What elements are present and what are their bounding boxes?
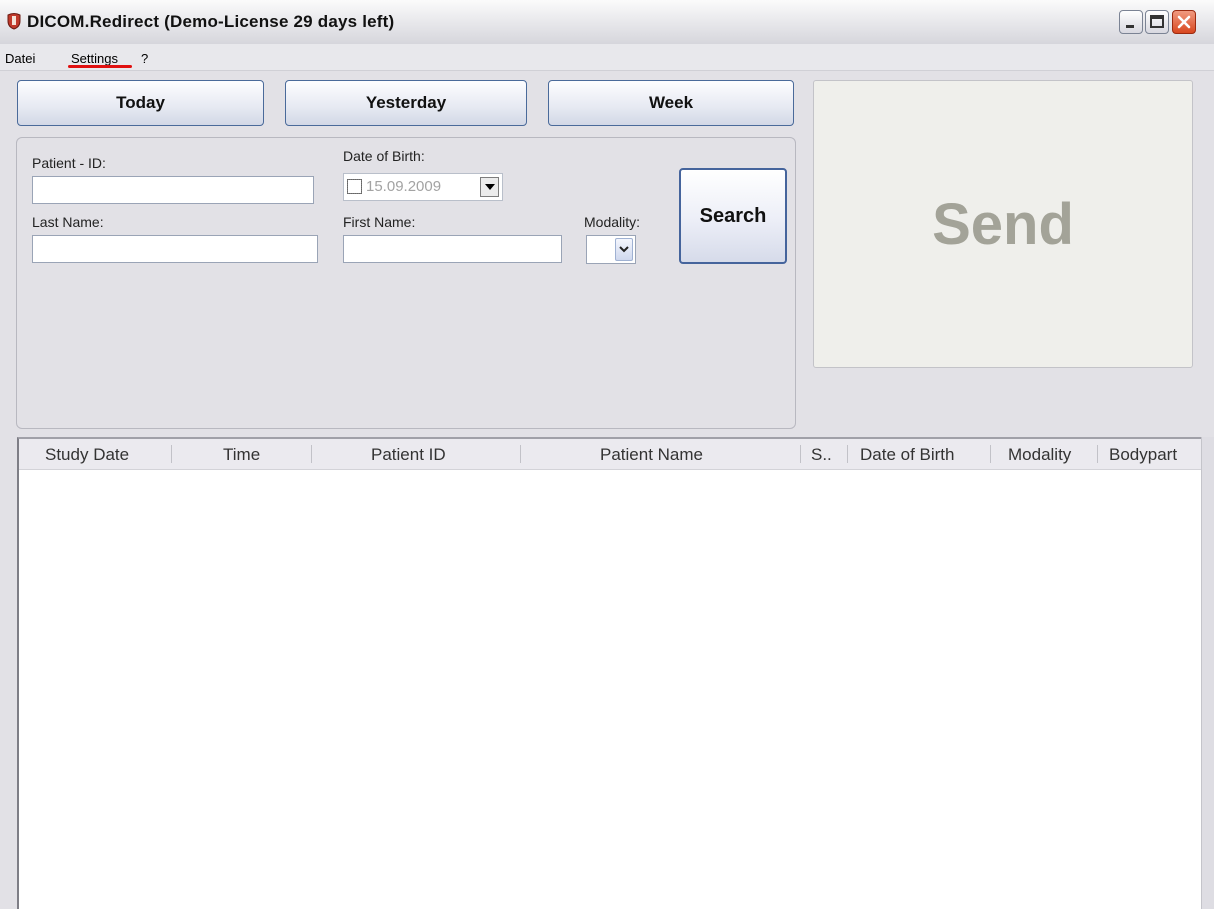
menu-help[interactable]: ?: [141, 51, 148, 66]
app-shield-icon: [7, 13, 21, 30]
last-name-field[interactable]: [32, 235, 318, 263]
send-button[interactable]: Send: [813, 80, 1193, 368]
menu-settings[interactable]: Settings: [71, 51, 118, 66]
modality-select[interactable]: [586, 235, 636, 264]
column-date-of-birth[interactable]: Date of Birth: [860, 445, 955, 465]
dob-date-picker[interactable]: 15.09.2009: [343, 173, 503, 201]
first-name-label: First Name:: [343, 214, 416, 230]
modality-dropdown-button[interactable]: [615, 238, 633, 261]
menu-bar: Datei Settings ?: [0, 44, 1214, 71]
column-modality[interactable]: Modality: [1008, 445, 1071, 465]
column-separator[interactable]: [520, 445, 521, 463]
last-name-label: Last Name:: [32, 214, 104, 230]
window-right-border: [1201, 437, 1214, 909]
minimize-button[interactable]: [1119, 10, 1143, 34]
close-icon: [1177, 15, 1191, 29]
column-patient-name[interactable]: Patient Name: [600, 445, 703, 465]
title-bar[interactable]: DICOM.Redirect (Demo-License 29 days lef…: [0, 0, 1214, 45]
column-separator[interactable]: [800, 445, 801, 463]
dob-label: Date of Birth:: [343, 148, 425, 164]
results-table[interactable]: Study Date Time Patient ID Patient Name …: [17, 437, 1201, 909]
dob-dropdown-button[interactable]: [480, 177, 499, 197]
column-s[interactable]: S..: [811, 445, 832, 465]
column-bodypart[interactable]: Bodypart: [1109, 445, 1177, 465]
column-separator[interactable]: [1097, 445, 1098, 463]
close-button[interactable]: [1172, 10, 1196, 34]
week-button[interactable]: Week: [548, 80, 794, 126]
column-separator[interactable]: [311, 445, 312, 463]
settings-highlight-underline: [68, 65, 132, 68]
column-time[interactable]: Time: [223, 445, 260, 465]
dob-enable-checkbox[interactable]: [347, 179, 362, 194]
maximize-button[interactable]: [1145, 10, 1169, 34]
column-separator[interactable]: [171, 445, 172, 463]
chevron-down-icon: [484, 184, 495, 190]
window-title: DICOM.Redirect (Demo-License 29 days lef…: [27, 12, 395, 31]
modality-label: Modality:: [584, 214, 641, 230]
first-name-field[interactable]: [343, 235, 562, 263]
today-button[interactable]: Today: [17, 80, 264, 126]
main-window: DICOM.Redirect (Demo-License 29 days lef…: [0, 0, 1214, 909]
patient-id-field[interactable]: [32, 176, 314, 204]
maximize-icon: [1150, 15, 1164, 28]
minimize-icon: [1126, 25, 1134, 28]
column-study-date[interactable]: Study Date: [45, 445, 129, 465]
column-patient-id[interactable]: Patient ID: [371, 445, 446, 465]
column-separator[interactable]: [847, 445, 848, 463]
menu-datei[interactable]: Datei: [5, 51, 35, 66]
search-button[interactable]: Search: [679, 168, 787, 264]
column-separator[interactable]: [990, 445, 991, 463]
chevron-down-icon: [619, 246, 629, 253]
table-header: Study Date Time Patient ID Patient Name …: [19, 439, 1201, 470]
dob-value: 15.09.2009: [366, 178, 442, 195]
yesterday-button[interactable]: Yesterday: [285, 80, 527, 126]
patient-id-label: Patient - ID:: [32, 155, 106, 171]
